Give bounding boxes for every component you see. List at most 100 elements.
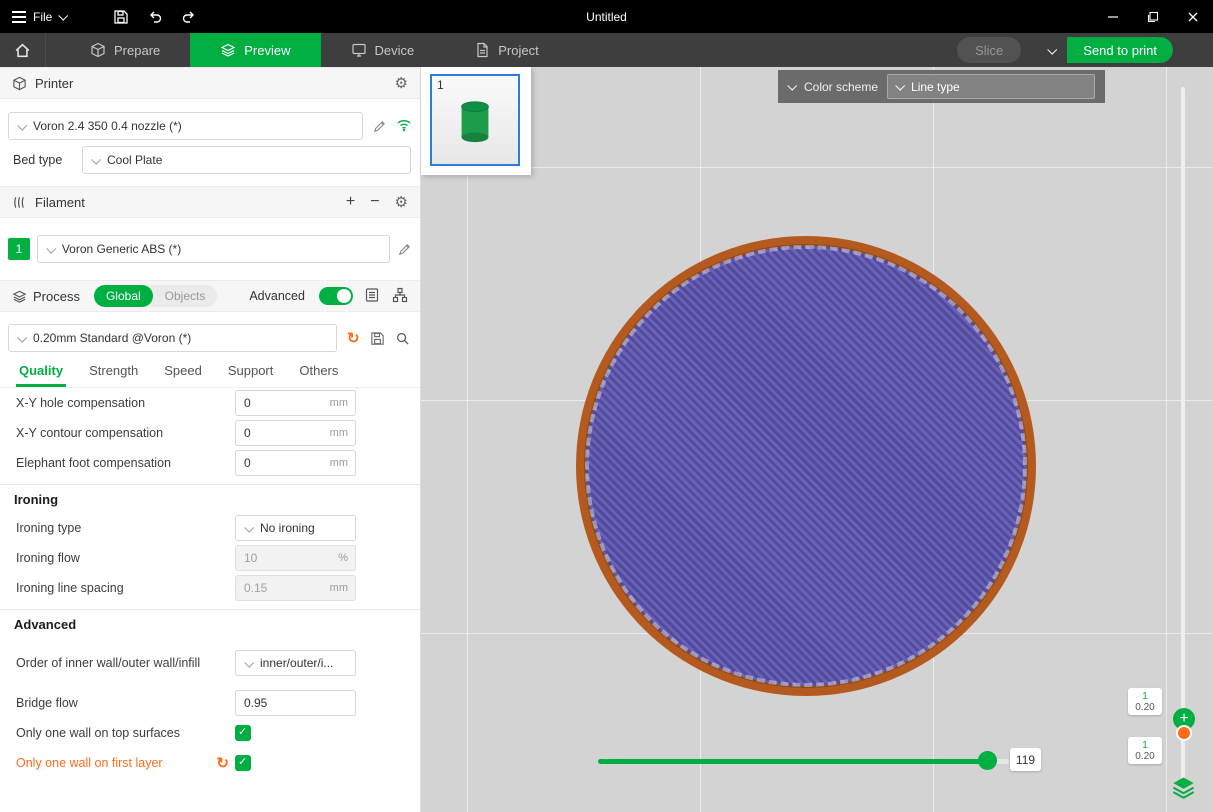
home-button[interactable] [0,33,46,67]
save-preset-button[interactable] [370,331,385,346]
edit-filament-button[interactable] [397,242,412,257]
layer-slider-track[interactable] [1181,87,1185,779]
setting-label: X-Y contour compensation [16,425,235,442]
undo-button[interactable] [140,4,170,30]
filament-preset-value: Voron Generic ABS (*) [62,242,181,256]
ironing-flow-input [235,545,356,571]
process-section-header: Process Global Objects Advanced [0,280,420,312]
color-scheme-select[interactable]: Line type [887,74,1095,99]
wall-order-select[interactable]: inner/outer/i... [235,650,356,676]
setting-label: X-Y hole compensation [16,395,235,412]
scope-global-pill[interactable]: Global [94,285,153,307]
advanced-group-title: Advanced [0,610,420,638]
redo-icon [181,9,197,25]
tab-quality[interactable]: Quality [6,355,76,387]
setting-row-one-wall-top: Only one wall on top surfaces [0,718,420,748]
xy-hole-compensation-input[interactable] [235,390,356,416]
one-wall-first-checkbox[interactable] [235,755,251,771]
undo-icon [147,9,163,25]
move-slider-handle[interactable] [978,751,997,770]
setting-label: Only one wall on first layer [16,755,216,772]
setting-label: Ironing line spacing [16,580,235,597]
edit-printer-button[interactable] [372,119,387,134]
project-icon [474,42,490,58]
chevron-down-icon [244,522,254,532]
collapse-legend-icon[interactable] [787,81,797,91]
filament-settings-button[interactable] [395,193,408,211]
wifi-icon[interactable] [396,117,412,136]
layer-height: 0.20 [1135,751,1154,762]
layer-slider-bottom-tooltip: 1 0.20 [1128,737,1162,764]
tab-project[interactable]: Project [444,33,568,67]
slice-button[interactable]: Slice [957,37,1021,63]
layers-icon [1170,773,1197,800]
process-preset-value: 0.20mm Standard @Voron (*) [33,331,191,345]
ironing-group-title: Ironing [0,485,420,513]
layers-view-button[interactable] [1170,773,1197,800]
sliced-model-top-view[interactable] [576,236,1036,696]
close-button[interactable] [1173,0,1213,33]
file-menu-label: File [33,10,52,24]
remove-filament-button[interactable] [370,193,379,211]
scope-objects-pill[interactable]: Objects [153,285,218,307]
move-slider-track[interactable] [598,759,1009,764]
xy-contour-compensation-input[interactable] [235,420,356,446]
filament-preset-select[interactable]: Voron Generic ABS (*) [37,235,390,263]
setting-row-bridge-flow: Bridge flow [0,688,420,718]
send-to-print-button[interactable]: Send to print [1067,37,1173,63]
minimize-button[interactable] [1093,0,1133,33]
setting-label: Only one wall on top surfaces [16,725,235,742]
search-settings-button[interactable] [395,331,410,346]
tab-device[interactable]: Device [321,33,445,67]
printer-preset-select[interactable]: Voron 2.4 350 0.4 nozzle (*) [8,112,363,140]
reset-process-button[interactable] [347,329,360,347]
maximize-button[interactable] [1133,0,1173,33]
tab-support[interactable]: Support [215,355,287,387]
setting-row-wall-order: Order of inner wall/outer wall/infill in… [0,638,420,688]
tab-others[interactable]: Others [286,355,351,387]
printer-settings-button[interactable] [395,74,408,92]
advanced-mode-toggle[interactable] [319,287,353,305]
tab-strength[interactable]: Strength [76,355,151,387]
tab-preview-label: Preview [244,43,290,58]
parameter-list-icon[interactable] [364,287,380,306]
reset-setting-button[interactable] [216,754,229,772]
setting-row-ironing-flow: Ironing flow % [0,543,420,573]
chevron-down-icon [46,243,56,253]
setting-row-elephant-foot: Elephant foot compensation mm [0,448,420,478]
setting-label: Elephant foot compensation [16,455,235,472]
tab-preview[interactable]: Preview [190,33,320,67]
one-wall-top-checkbox[interactable] [235,725,251,741]
save-button[interactable] [106,4,136,30]
edit-icon [397,242,412,257]
layer-number: 1 [1142,740,1148,751]
process-preset-select[interactable]: 0.20mm Standard @Voron (*) [8,324,337,352]
chevron-down-icon [895,81,905,91]
ironing-type-select[interactable]: No ironing [235,515,356,541]
close-icon [1187,11,1199,23]
tab-speed[interactable]: Speed [151,355,215,387]
filament-slot-badge[interactable]: 1 [8,238,30,260]
chevron-down-icon [1047,44,1057,54]
printer-icon [12,76,27,91]
process-graph-icon[interactable] [392,287,408,306]
preview-3d-viewport[interactable]: 1 Color scheme Line type [421,67,1213,812]
color-scheme-value: Line type [911,80,960,94]
maximize-icon [1147,11,1159,23]
send-options-button[interactable] [1037,37,1065,63]
redo-button[interactable] [174,4,204,30]
bridge-flow-input[interactable] [235,690,356,716]
ironing-type-value: No ironing [260,521,315,535]
printer-section-header: Printer [0,67,420,99]
plate-thumbnail[interactable]: 1 [430,74,520,166]
tab-prepare[interactable]: Prepare [60,33,190,67]
file-menu[interactable]: File [0,0,78,33]
ironing-line-spacing-input [235,575,356,601]
process-section-title: Process [33,289,80,304]
bed-type-select[interactable]: Cool Plate [82,146,411,174]
elephant-foot-compensation-input[interactable] [235,450,356,476]
advanced-mode-label: Advanced [249,289,305,303]
add-filament-button[interactable] [346,193,355,211]
layer-slider-handle[interactable] [1176,725,1192,741]
save-icon [113,9,129,25]
